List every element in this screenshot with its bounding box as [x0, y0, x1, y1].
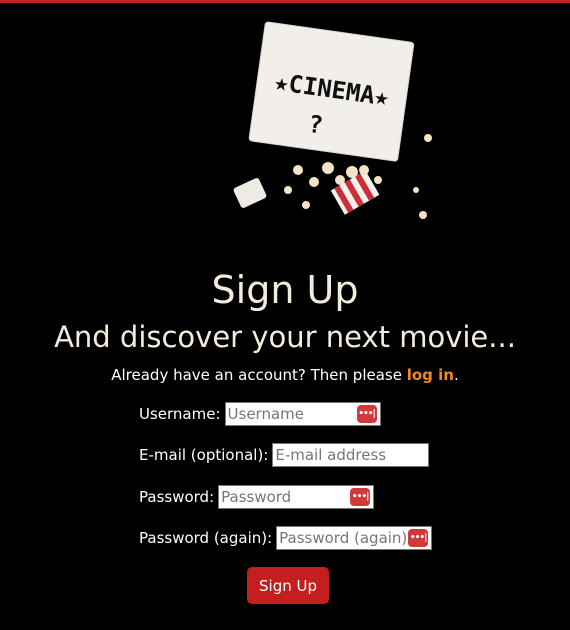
email-row: E-mail (optional):	[139, 443, 430, 467]
email-label: E-mail (optional):	[139, 446, 269, 464]
password-again-row: Password (again): •••|	[139, 526, 433, 550]
password-key-icon[interactable]: •••|	[408, 529, 429, 547]
password-field-wrap: •••|	[218, 485, 375, 509]
password-label: Password:	[139, 488, 215, 506]
username-field-wrap: •••|	[224, 402, 381, 426]
username-row: Username: •••|	[139, 402, 381, 426]
sign-up-button[interactable]: Sign Up	[247, 567, 329, 604]
password-again-field-wrap: •••|	[276, 526, 433, 550]
password-row: Password: •••|	[139, 485, 375, 509]
password-key-icon[interactable]: •••|	[356, 405, 377, 423]
email-field-wrap	[272, 443, 430, 467]
page-subtitle: And discover your next movie...	[54, 320, 516, 354]
login-link[interactable]: log in	[407, 366, 454, 384]
login-prompt: Already have an account? Then please log…	[0, 366, 570, 384]
login-prompt-period: .	[453, 366, 459, 384]
password-key-icon[interactable]: •••|	[350, 488, 371, 506]
page-title: Sign Up	[211, 268, 359, 312]
login-prompt-text: Already have an account? Then please	[111, 366, 407, 384]
cinema-hero-image: ★CINEMA★ ?	[233, 21, 432, 219]
top-accent-bar	[0, 0, 570, 3]
password-again-label: Password (again):	[139, 529, 273, 547]
username-label: Username:	[139, 405, 221, 423]
email-input[interactable]	[272, 443, 430, 467]
